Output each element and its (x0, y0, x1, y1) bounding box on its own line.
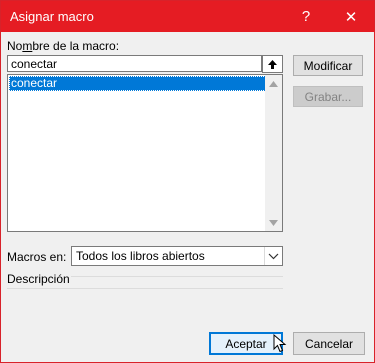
help-button[interactable]: ? (284, 1, 328, 32)
chevron-down-icon[interactable] (264, 247, 282, 265)
cancel-button-label: Cancelar (304, 336, 354, 351)
up-arrow-icon (268, 59, 277, 69)
list-item-label: conectar (11, 76, 58, 90)
vertical-scrollbar[interactable] (265, 75, 282, 231)
list-item[interactable]: conectar (9, 76, 266, 91)
macro-name-value: conectar (11, 57, 58, 71)
macro-name-label-a: Nombre de la macro: (7, 39, 120, 53)
macros-in-divider (71, 276, 283, 277)
macros-in-label: Macros en: (7, 250, 67, 264)
macro-name-input[interactable]: conectar (7, 55, 262, 72)
title-bar: Asignar macro ? ✕ (1, 1, 374, 32)
record-button-label: Grabar... (304, 89, 352, 104)
macros-in-select[interactable]: Todos los libros abiertos (71, 246, 283, 266)
modify-button[interactable]: Modificar (293, 55, 363, 76)
mouse-pointer-icon (273, 334, 287, 353)
scroll-down-icon (269, 219, 278, 226)
window-title: Asignar macro (10, 9, 94, 24)
assign-macro-dialog: Asignar macro ? ✕ Nombre de la macro: co… (0, 0, 375, 363)
close-icon: ✕ (344, 8, 358, 26)
scroll-down-button[interactable] (265, 214, 282, 231)
accept-button[interactable]: Aceptar (209, 332, 283, 355)
help-icon: ? (301, 8, 311, 25)
description-label: Descripción (7, 272, 70, 286)
scroll-up-icon (269, 80, 278, 87)
collapse-dialog-button[interactable] (262, 55, 283, 73)
macro-listbox[interactable]: conectar (7, 74, 283, 232)
macro-name-label: Nombre de la macro: (7, 39, 119, 53)
description-divider (7, 288, 283, 289)
cancel-button[interactable]: Cancelar (293, 332, 365, 355)
accept-button-label: Aceptar (225, 336, 267, 351)
close-button[interactable]: ✕ (329, 1, 373, 32)
modify-button-label: Modificar (303, 58, 353, 73)
scroll-up-button[interactable] (265, 75, 282, 92)
record-button[interactable]: Grabar... (293, 86, 363, 107)
macros-in-value: Todos los libros abiertos (76, 249, 205, 263)
